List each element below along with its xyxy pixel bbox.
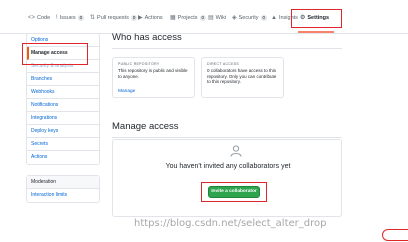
tab-actions[interactable]: ▶ Actions [138, 11, 163, 25]
direct-access-caption: DIRECT ACCESS [207, 62, 240, 66]
settings-highlight-box [291, 9, 342, 28]
watermark: https://blog.csdn.net/select_alter_drop [134, 218, 327, 229]
issue-icon: ! [56, 15, 58, 21]
tab-pull-requests[interactable]: ⇅ Pull requests 0 [90, 11, 138, 25]
invite-highlight-box [201, 182, 267, 202]
access-cards: PUBLIC REPOSITORY This repository is pub… [112, 57, 342, 98]
sidebar-item-integrations[interactable]: Integrations [27, 112, 99, 125]
pull-requests-count: 0 [130, 15, 138, 21]
issues-count: 0 [77, 15, 85, 21]
moderation-menu: Moderation Interaction limits [26, 175, 100, 203]
sidebar-item-webhooks[interactable]: Webhooks [27, 86, 99, 99]
pull-request-icon: ⇅ [90, 15, 96, 21]
sidebar-item-notifications[interactable]: Notifications [27, 99, 99, 112]
direct-access-card: DIRECT ACCESS 0 collaborators have acces… [201, 57, 284, 98]
moderation-heading: Moderation [27, 176, 99, 189]
manage-access-heading: Manage access [112, 121, 179, 132]
repo-nav: <> Code ! Issues 0 ⇅ Pull requests 0 ▶ A… [0, 0, 408, 34]
security-count: 0 [260, 15, 268, 21]
divider [112, 137, 342, 138]
divider [112, 48, 342, 49]
project-icon: ▦ [170, 15, 176, 21]
sidebar-item-branches[interactable]: Branches [27, 73, 99, 86]
public-repository-caption: PUBLIC REPOSITORY [118, 62, 160, 66]
sidebar-item-secrets[interactable]: Secrets [27, 138, 99, 151]
direct-access-text: 0 collaborators have access to this repo… [207, 68, 277, 84]
people-icon [230, 145, 242, 157]
corner-pill-button[interactable] [382, 229, 408, 241]
tab-security[interactable]: ◈ Security 0 [232, 11, 268, 25]
sidebar-item-actions[interactable]: Actions [27, 151, 99, 164]
public-repository-card: PUBLIC REPOSITORY This repository is pub… [112, 57, 195, 98]
shield-icon: ◈ [232, 15, 237, 21]
tab-code[interactable]: <> Code [28, 11, 50, 25]
tab-wiki[interactable]: ▤ Wiki [208, 11, 226, 25]
empty-collaborators-message: You haven't invited any collaborators ye… [165, 163, 291, 170]
code-icon: <> [28, 15, 36, 21]
who-has-access-heading: Who has access [112, 32, 182, 43]
tab-wiki-label: Wiki [215, 15, 227, 21]
tab-issues[interactable]: ! Issues 0 [56, 11, 85, 25]
public-repository-text: This repository is public and visible to… [118, 68, 188, 79]
main-content: Who has access PUBLIC REPOSITORY This re… [112, 31, 342, 217]
tab-actions-label: Actions [144, 15, 163, 21]
play-icon: ▶ [138, 15, 143, 21]
sidebar-item-deploy-keys[interactable]: Deploy keys [27, 125, 99, 138]
collaborators-panel: You haven't invited any collaborators ye… [112, 139, 342, 217]
manage-visibility-link[interactable]: Manage [118, 89, 135, 94]
tab-pull-requests-label: Pull requests [97, 15, 129, 21]
projects-count: 0 [199, 15, 207, 21]
tab-issues-label: Issues [59, 15, 76, 21]
tab-projects[interactable]: ▦ Projects 0 [170, 11, 207, 25]
book-icon: ▤ [208, 15, 214, 21]
tab-projects-label: Projects [177, 15, 198, 21]
graph-icon: ▲ [271, 15, 277, 21]
manage-access-highlight-box [22, 43, 88, 65]
tab-code-label: Code [37, 15, 51, 21]
tab-security-label: Security [238, 15, 259, 21]
sidebar-item-interaction-limits[interactable]: Interaction limits [27, 189, 99, 202]
